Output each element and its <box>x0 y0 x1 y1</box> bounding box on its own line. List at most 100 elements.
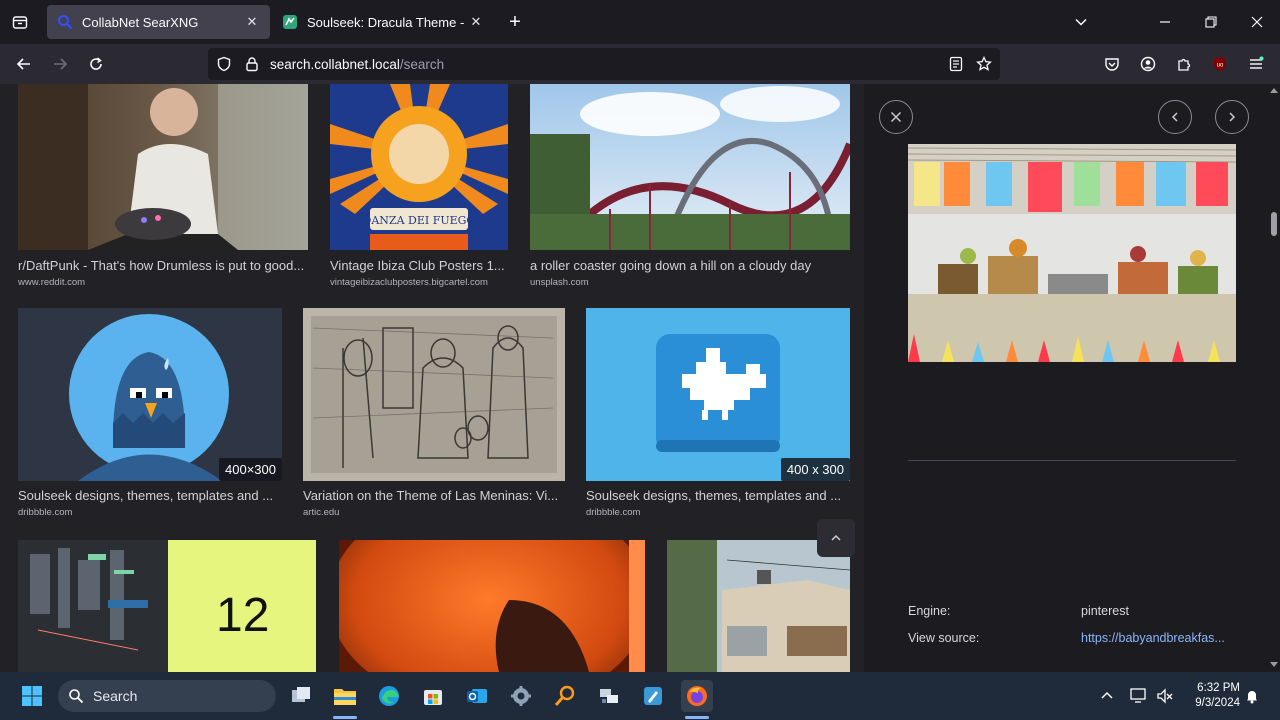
engine-value: pinterest <box>1081 604 1129 618</box>
result-source: dribbble.com <box>586 507 641 518</box>
monitor-network-icon <box>1130 688 1146 703</box>
firefox-button[interactable] <box>681 680 713 712</box>
search-app-button[interactable] <box>549 680 581 712</box>
detail-image[interactable] <box>908 144 1236 362</box>
result-image-reddit[interactable] <box>18 84 308 250</box>
tab-overview-button[interactable] <box>0 0 40 44</box>
clock[interactable]: 6:32 PM 9/3/2024 <box>1184 681 1240 711</box>
network-status-button[interactable] <box>1126 680 1152 712</box>
minimize-button[interactable] <box>1142 0 1188 44</box>
file-explorer-button[interactable] <box>329 680 361 712</box>
result-image-redhair[interactable] <box>339 540 645 672</box>
scroll-up-icon[interactable] <box>1270 88 1278 93</box>
outlook-button[interactable] <box>461 680 493 712</box>
close-detail-button[interactable] <box>879 100 913 134</box>
paint-app-button[interactable] <box>637 680 669 712</box>
photo-party-table <box>908 144 1236 362</box>
next-image-button[interactable] <box>1215 100 1249 134</box>
store-button[interactable] <box>417 680 449 712</box>
gear-icon <box>511 686 531 706</box>
close-icon <box>1251 16 1263 28</box>
result-image-rollercoaster[interactable] <box>530 84 850 250</box>
url-text[interactable]: search.collabnet.local/search <box>270 57 444 72</box>
list-all-tabs-button[interactable] <box>1058 0 1104 44</box>
result-image-street[interactable] <box>667 540 850 672</box>
bell-icon <box>1247 691 1257 704</box>
view-source-label: View source: <box>908 631 980 645</box>
reload-icon <box>90 57 102 70</box>
tab-list-icon <box>12 16 28 29</box>
active-indicator <box>685 716 709 719</box>
extensions-button[interactable] <box>1168 48 1200 80</box>
reader-view-icon[interactable] <box>948 56 964 72</box>
app-icon-illustration <box>586 308 850 481</box>
result-image-meninas[interactable] <box>303 308 565 481</box>
result-title[interactable]: Soulseek designs, themes, templates and … <box>18 488 282 503</box>
page-scrollbar[interactable] <box>1268 84 1280 672</box>
arrow-left-icon <box>16 58 30 70</box>
arrow-right-icon <box>54 58 68 70</box>
result-image-soulseek-app[interactable]: 400 x 300 <box>586 308 850 481</box>
start-button[interactable] <box>16 680 48 712</box>
svg-text:uo: uo <box>1217 63 1224 69</box>
volume-muted-icon <box>1157 688 1173 704</box>
pocket-icon <box>1105 58 1119 71</box>
folder-icon <box>334 689 356 705</box>
lock-icon[interactable] <box>244 56 260 72</box>
tab-title: Soulseek: Dracula Theme - Img <box>307 14 468 30</box>
ublock-button[interactable]: uo <box>1204 48 1236 80</box>
previous-image-button[interactable] <box>1158 100 1192 134</box>
scroll-down-icon[interactable] <box>1270 662 1278 667</box>
close-window-button[interactable] <box>1234 0 1280 44</box>
poster-text: DANZA DEI FUEGO <box>363 214 476 227</box>
reload-button[interactable] <box>80 48 112 80</box>
chevron-right-icon <box>1229 112 1236 122</box>
settings-button[interactable] <box>505 680 537 712</box>
view-source-link[interactable]: https://babyandbreakfas... <box>1081 631 1237 645</box>
result-title[interactable]: a roller coaster going down a hill on a … <box>530 258 850 273</box>
hamburger-menu-icon <box>1250 56 1264 69</box>
tab-searxng[interactable]: CollabNet SearXNG ✕ <box>47 5 270 39</box>
account-icon <box>1140 56 1156 72</box>
image-detail-panel: Engine: pinterest View source: https://b… <box>864 84 1268 672</box>
result-title[interactable]: Variation on the Theme of Las Meninas: V… <box>303 488 565 503</box>
result-image-ui-12[interactable]: 12 <box>18 540 316 672</box>
chevron-left-icon <box>1171 112 1178 122</box>
notifications-button[interactable] <box>1242 680 1262 712</box>
result-title[interactable]: Vintage Ibiza Club Posters 1... <box>330 258 510 273</box>
address-bar[interactable]: search.collabnet.local/search <box>208 48 1000 80</box>
volume-button[interactable] <box>1152 680 1178 712</box>
photo-man-drums <box>18 84 308 250</box>
searxng-icon <box>58 15 73 30</box>
result-image-poster[interactable]: DANZA DEI FUEGO <box>330 84 508 250</box>
windows-logo-icon <box>22 686 42 706</box>
back-button[interactable] <box>8 48 40 80</box>
restore-button[interactable] <box>1188 0 1234 44</box>
show-hidden-icons-button[interactable] <box>1092 680 1122 712</box>
tab-soulseek[interactable]: Soulseek: Dracula Theme - Img ✕ <box>272 5 494 39</box>
result-title[interactable]: r/DaftPunk - That's how Drumless is put … <box>18 258 308 273</box>
taskbar-search[interactable]: Search <box>58 680 276 712</box>
remote-desktop-button[interactable] <box>593 680 625 712</box>
result-title[interactable]: Soulseek designs, themes, templates and … <box>586 488 850 503</box>
bookmark-star-icon[interactable] <box>976 56 992 72</box>
search-icon <box>69 689 84 704</box>
result-source: unsplash.com <box>530 277 589 288</box>
search-placeholder: Search <box>93 688 138 704</box>
pocket-button[interactable] <box>1096 48 1128 80</box>
clock-time: 6:32 PM <box>1197 682 1240 694</box>
result-image-soulseek-bird[interactable]: 400×300 <box>18 308 282 481</box>
close-tab-icon[interactable]: ✕ <box>244 14 260 30</box>
forward-button[interactable] <box>44 48 76 80</box>
account-button[interactable] <box>1132 48 1164 80</box>
bird-illustration <box>18 308 282 481</box>
close-tab-icon[interactable]: ✕ <box>468 14 484 30</box>
minimize-icon <box>1160 21 1170 23</box>
shield-icon[interactable] <box>216 56 232 72</box>
scroll-top-button[interactable] <box>817 519 855 557</box>
app-menu-button[interactable] <box>1240 48 1272 80</box>
scrollbar-thumb[interactable] <box>1271 212 1277 236</box>
task-view-button[interactable] <box>285 680 317 712</box>
new-tab-button[interactable]: + <box>498 0 532 44</box>
edge-button[interactable] <box>373 680 405 712</box>
